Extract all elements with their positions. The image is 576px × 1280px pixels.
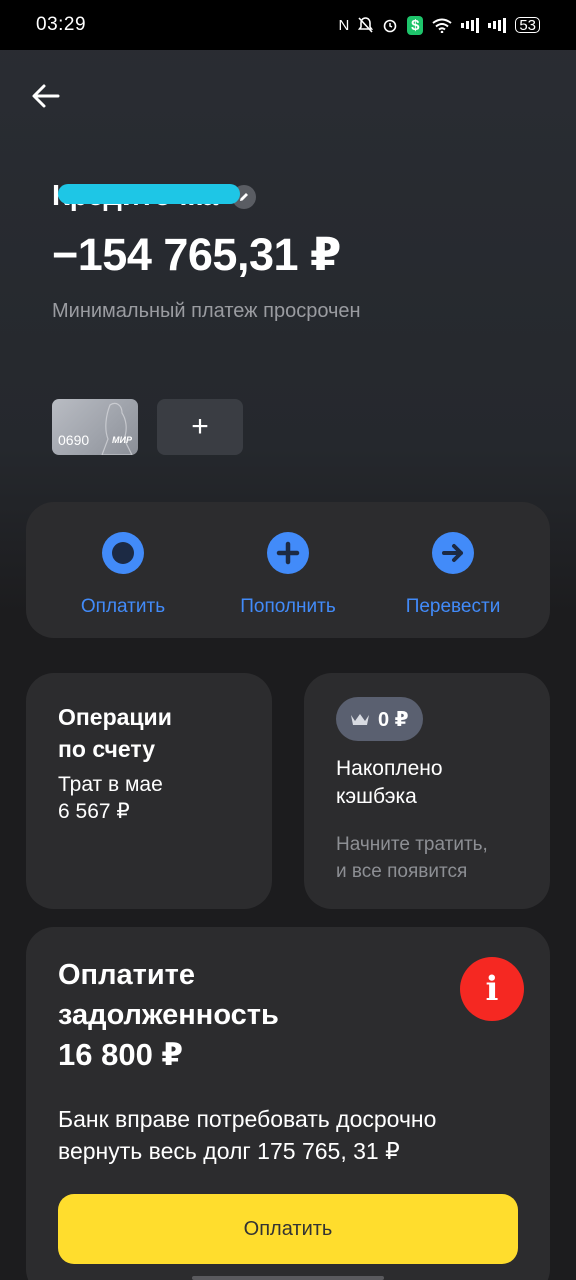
home-indicator[interactable]: [192, 1276, 384, 1280]
transfer-action[interactable]: Перевести: [378, 532, 528, 638]
cashback-hint: Начните тратить, и все появится: [336, 831, 518, 885]
spending-progress-bar: [58, 184, 240, 204]
debt-warning-text: Банк вправе потребовать досрочно вернуть…: [58, 1103, 508, 1167]
debt-amount: 16 800 ₽: [58, 1037, 183, 1072]
topup-action-label: Пополнить: [240, 596, 336, 617]
arrow-right-icon: [432, 532, 474, 574]
operations-tile[interactable]: Операции по счету Трат в мае 6 567 ₽: [26, 673, 272, 909]
status-icons: N $ 53: [338, 15, 540, 35]
crown-icon: [351, 714, 369, 725]
cashback-badge: 0 ₽: [336, 697, 423, 741]
operations-title: Операции по счету: [58, 701, 240, 765]
card-system: МИР: [112, 435, 132, 445]
circle-icon: [102, 532, 144, 574]
back-arrow-icon[interactable]: [28, 78, 64, 114]
shield-icon: $: [407, 15, 424, 35]
cashback-hint-line1: Начните тратить,: [336, 834, 488, 855]
nfc-icon: N: [338, 16, 350, 34]
spent-label: Трат в мае: [58, 773, 163, 796]
account-balance: −154 765,31 ₽: [52, 229, 341, 280]
debt-card: Оплатите задолженность 16 800 ₽ Банк впр…: [26, 927, 550, 1280]
debt-warning-line1: Банк вправе потребовать досрочно: [58, 1106, 437, 1132]
cashback-hint-line2: и все появится: [336, 861, 468, 882]
pay-debt-button[interactable]: Оплатить: [58, 1194, 518, 1264]
cashback-title: Накоплено кэшбэка: [336, 755, 518, 811]
spent-value: 6 567 ₽: [58, 800, 130, 823]
status-time: 03:29: [36, 14, 87, 35]
battery-icon: 53: [515, 17, 540, 33]
card-thumbnail[interactable]: 0690 МИР: [52, 399, 138, 455]
cashback-tile[interactable]: 0 ₽ Накоплено кэшбэка Начните тратить, и…: [304, 673, 550, 909]
signal-icon: [461, 17, 480, 33]
operations-title-line1: Операции: [58, 704, 172, 730]
actions-panel: Оплатить Пополнить Перевести: [26, 502, 550, 638]
signal-icon-2: [488, 17, 507, 33]
info-alert-icon[interactable]: i: [460, 957, 524, 1021]
bell-off-icon: [358, 17, 374, 33]
cashback-title-line2: кэшбэка: [336, 785, 417, 808]
account-status: Минимальный платеж просрочен: [52, 300, 361, 322]
transfer-action-label: Перевести: [405, 596, 501, 617]
alarm-icon: [382, 17, 398, 33]
wifi-icon: [432, 18, 452, 33]
operations-title-line2: по счету: [58, 736, 155, 762]
debt-title: Оплатите задолженность: [58, 955, 438, 1035]
status-bar: 03:29 N $ 53: [0, 0, 576, 50]
plus-icon: [267, 532, 309, 574]
add-card-button[interactable]: +: [157, 399, 243, 455]
card-number: 0690: [58, 432, 90, 448]
debt-title-line2: задолженность: [58, 999, 279, 1031]
cashback-title-line1: Накоплено: [336, 757, 443, 780]
topup-action[interactable]: Пополнить: [213, 532, 363, 638]
pay-action-label: Оплатить: [80, 596, 166, 617]
debt-title-line1: Оплатите: [58, 959, 195, 991]
pay-action[interactable]: Оплатить: [48, 532, 198, 638]
debt-warning-line2: вернуть весь долг 175 765, 31 ₽: [58, 1138, 400, 1164]
cashback-amount: 0 ₽: [378, 708, 409, 731]
